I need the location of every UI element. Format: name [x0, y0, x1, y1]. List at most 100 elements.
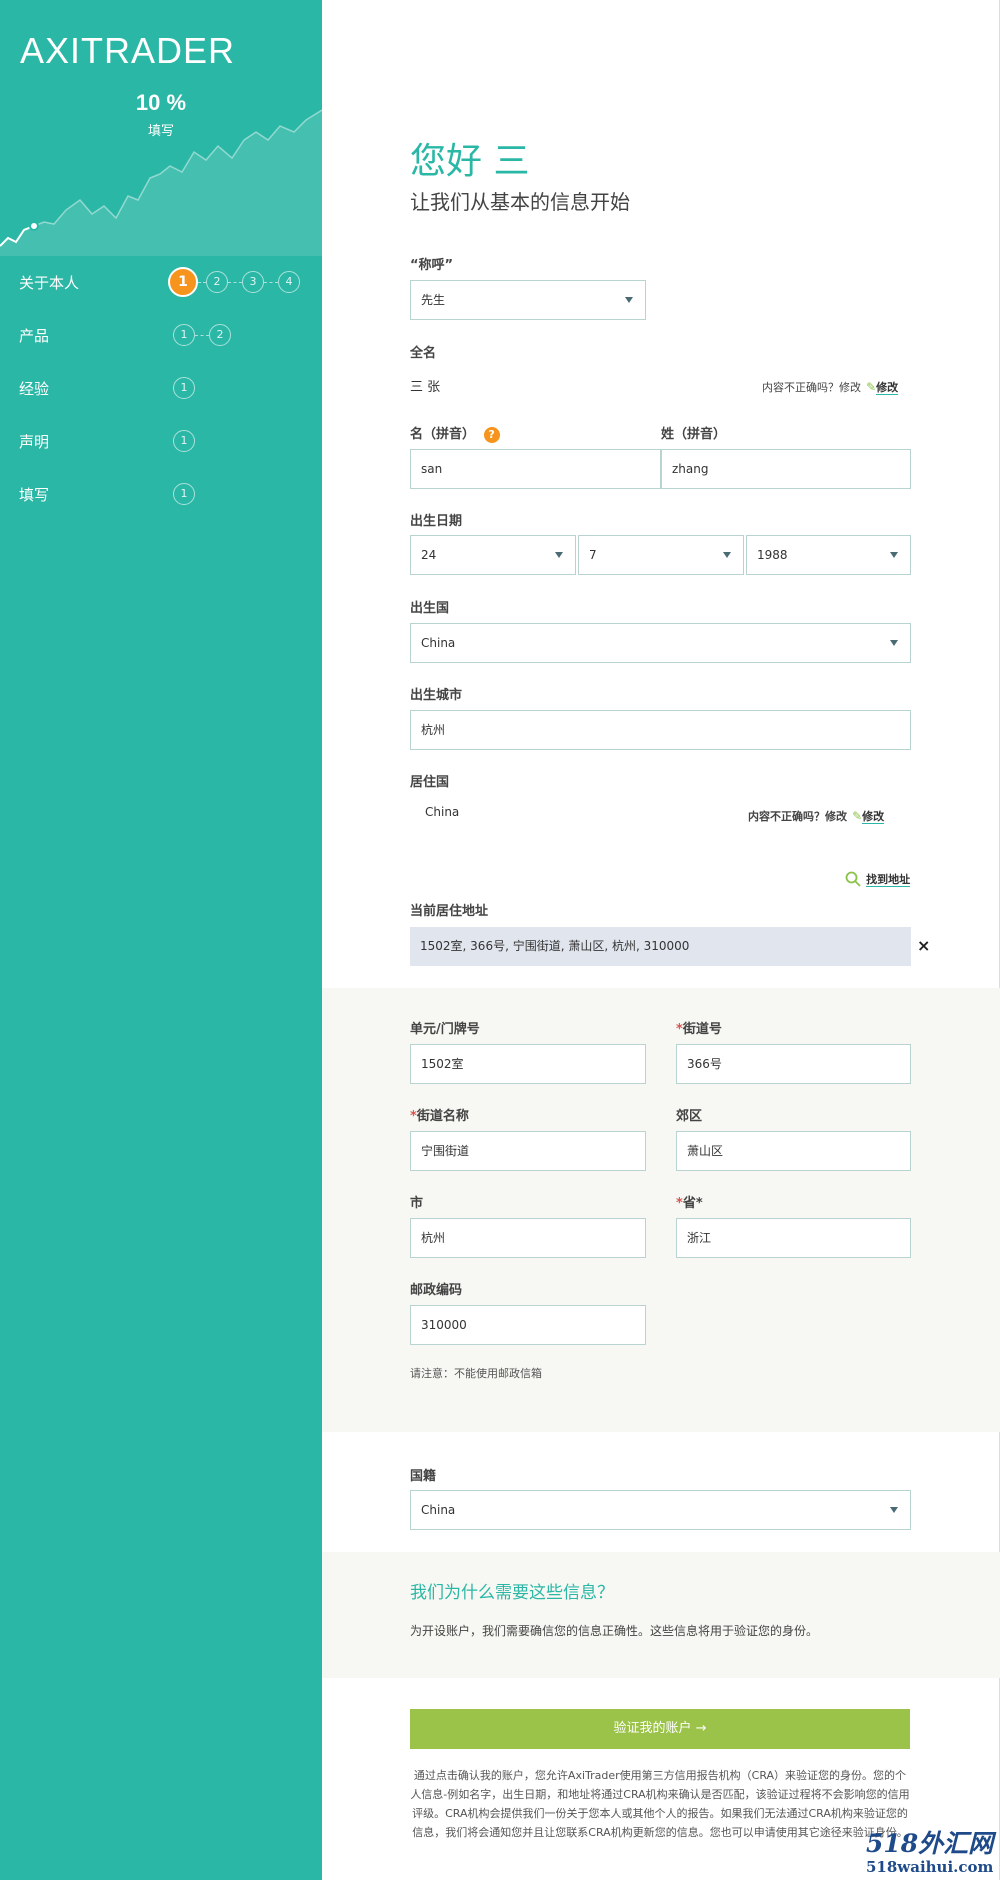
postcode-input[interactable]: 310000 — [410, 1305, 646, 1345]
watermark: 518外汇网 518waihui.com — [866, 1824, 993, 1876]
address-details-section: 单元/门牌号 *街道号 1502室 366号 *街道名称 郊区 宁围街道 萧山区… — [322, 988, 1000, 1432]
family-name-input[interactable]: zhang — [661, 449, 911, 489]
province-label-text: 省* — [682, 1196, 703, 1211]
current-address-field[interactable]: 1502室, 366号, 宁围街道, 萧山区, 杭州, 310000 — [410, 927, 911, 966]
sidebar-item-experience[interactable]: 经验 1 — [0, 362, 322, 415]
street-name-input[interactable]: 宁围街道 — [410, 1131, 646, 1171]
dob-year-select[interactable]: 1988 — [746, 535, 911, 575]
salutation-select[interactable]: 先生 — [410, 280, 646, 320]
city-label: 市 — [410, 1196, 424, 1211]
street-name-label-text: 街道名称 — [416, 1109, 469, 1124]
step-circle[interactable]: 2 — [206, 271, 228, 293]
sidebar-item-declaration[interactable]: 声明 1 — [0, 415, 322, 468]
dob-month-select[interactable]: 7 — [578, 535, 744, 575]
fullname-edit-row: 内容不正确吗？修改 ✎修改 — [762, 376, 899, 395]
salutation-label: “称呼” — [410, 258, 454, 273]
find-address-link[interactable]: 找到地址 — [845, 868, 911, 887]
verify-account-button[interactable]: 验证我的账户 → — [410, 1709, 910, 1749]
axitrader-logo: AXITRADER — [20, 30, 236, 71]
required-mark: * — [676, 1196, 683, 1211]
nationality-label: 国籍 — [410, 1469, 437, 1484]
sidebar-item-complete[interactable]: 填写 1 — [0, 468, 322, 521]
step-circle-active[interactable]: 1 — [168, 267, 198, 297]
disclaimer-text: 通过点击确认我的账户，您允许AxiTrader使用第三方信用报告机构（CRA）来… — [410, 1769, 910, 1839]
province-input[interactable]: 浙江 — [676, 1218, 911, 1258]
pencil-icon: ✎ — [866, 380, 877, 394]
given-name-label: 名（拼音） ? — [410, 423, 500, 443]
sidebar-item-label: 经验 — [19, 380, 50, 398]
sidebar-item-label: 填写 — [19, 486, 50, 504]
dob-year-value: 1988 — [757, 548, 788, 562]
birth-city-input[interactable]: 杭州 — [410, 710, 911, 750]
watermark-cn: 518外汇网 — [866, 1829, 994, 1858]
birth-country-value: China — [421, 636, 456, 650]
sidebar: AXITRADER 10 % 填写 关于本人 1 2 3 4 产品 1 2 经验… — [0, 0, 322, 1880]
residence-country-label: 居住国 — [410, 775, 450, 790]
birth-country-label: 出生国 — [410, 601, 450, 616]
step-circle[interactable]: 1 — [173, 377, 195, 399]
why-text: 为开设账户，我们需要确信您的信息正确性。这些信息将用于验证您的身份。 — [410, 1624, 819, 1638]
residence-country-value: China — [425, 805, 460, 819]
edit-fullname-link[interactable]: 修改 — [876, 381, 899, 395]
step-circle[interactable]: 3 — [242, 271, 264, 293]
search-icon — [845, 871, 861, 887]
sidebar-item-products[interactable]: 产品 1 2 — [0, 309, 322, 362]
step-circle[interactable]: 4 — [278, 271, 300, 293]
sidebar-item-about-me[interactable]: 关于本人 1 2 3 4 — [0, 256, 322, 309]
street-name-label: *街道名称 — [410, 1105, 469, 1124]
step-circle[interactable]: 1 — [173, 430, 195, 452]
unit-label: 单元/门牌号 — [410, 1022, 480, 1037]
progress-label: 填写 — [147, 124, 174, 139]
dob-day-value: 24 — [421, 548, 437, 562]
required-mark: * — [410, 1109, 417, 1124]
main-content: 您好 三 让我们从基本的信息开始 “称呼” 先生 全名 三 张 内容不正确吗？修… — [322, 0, 1000, 1880]
step-circle[interactable]: 1 — [173, 483, 195, 505]
dob-label: 出生日期 — [410, 514, 463, 529]
watermark-url: 518waihui.com — [866, 1858, 994, 1876]
step-connector — [195, 335, 209, 336]
step-connector — [264, 282, 278, 283]
find-address-label: 找到地址 — [866, 873, 911, 887]
help-icon[interactable]: ? — [483, 427, 500, 443]
suburb-input[interactable]: 萧山区 — [676, 1131, 911, 1171]
why-title: 我们为什么需要这些信息？ — [410, 1583, 614, 1603]
given-name-label-text: 名（拼音） — [410, 427, 476, 442]
postcode-label: 邮政编码 — [410, 1283, 463, 1298]
nationality-select[interactable]: China — [410, 1490, 911, 1530]
pencil-icon: ✎ — [852, 809, 863, 823]
sidebar-item-label: 声明 — [19, 433, 50, 451]
dob-day-select[interactable]: 24 — [410, 535, 576, 575]
step-connector — [228, 282, 242, 283]
step-circle[interactable]: 1 — [173, 324, 195, 346]
province-label: *省* — [676, 1192, 703, 1211]
incorrect-question: 内容不正确吗？修改 — [762, 381, 861, 394]
sidebar-item-label: 关于本人 — [19, 274, 80, 292]
birth-city-label: 出生城市 — [410, 688, 463, 703]
family-name-label: 姓（拼音） — [661, 427, 727, 442]
city-input[interactable]: 杭州 — [410, 1218, 646, 1258]
required-mark: * — [676, 1022, 683, 1037]
suburb-label: 郊区 — [676, 1109, 703, 1124]
progress-chart: AXITRADER 10 % 填写 — [0, 0, 322, 256]
nationality-value: China — [421, 1503, 456, 1517]
given-name-input[interactable]: san — [410, 449, 661, 489]
step-circle[interactable]: 2 — [209, 324, 231, 346]
po-box-note: 请注意：不能使用邮政信箱 — [410, 1367, 542, 1380]
street-no-label: *街道号 — [676, 1018, 722, 1037]
salutation-value: 先生 — [421, 293, 446, 307]
step-connector — [198, 282, 206, 283]
page-title: 您好 三 — [410, 141, 530, 182]
incorrect-question: 内容不正确吗？修改 — [748, 810, 847, 823]
fullname-label: 全名 — [410, 346, 437, 361]
edit-residence-link[interactable]: 修改 — [862, 810, 885, 824]
progress-percent: 10 % — [135, 90, 187, 115]
residence-edit-row: 内容不正确吗？修改 ✎修改 — [748, 805, 885, 824]
street-no-input[interactable]: 366号 — [676, 1044, 911, 1084]
why-info-section: 我们为什么需要这些信息？ 为开设账户，我们需要确信您的信息正确性。这些信息将用于… — [322, 1552, 1000, 1678]
clear-address-icon[interactable]: × — [917, 936, 930, 955]
street-no-label-text: 街道号 — [682, 1022, 722, 1037]
unit-input[interactable]: 1502室 — [410, 1044, 646, 1084]
current-address-label: 当前居住地址 — [410, 904, 489, 919]
birth-country-select[interactable]: China — [410, 623, 911, 663]
page-subtitle: 让我们从基本的信息开始 — [410, 190, 630, 214]
